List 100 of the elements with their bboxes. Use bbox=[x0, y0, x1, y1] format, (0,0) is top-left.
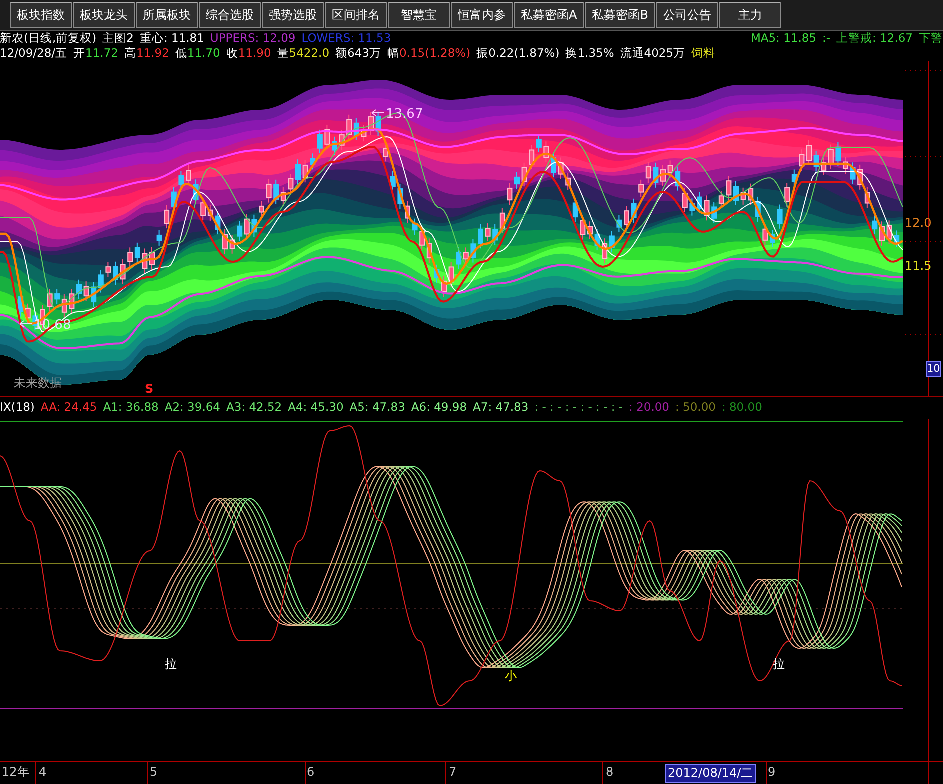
signal-label: 拉 bbox=[773, 657, 785, 671]
date-label: 7 bbox=[448, 764, 458, 781]
candlestick bbox=[880, 221, 885, 246]
candlestick bbox=[734, 181, 739, 206]
candlestick bbox=[230, 234, 236, 254]
toolbar-button[interactable]: 板块龙头 bbox=[73, 2, 135, 28]
candlestick bbox=[266, 178, 272, 204]
toolbar-button[interactable]: 智慧宝 bbox=[388, 2, 450, 28]
candlestick bbox=[368, 112, 374, 136]
indicator-value: UPPERS: 12.09 bbox=[210, 31, 296, 46]
indicator-reading: : - : - : - : - : - : - bbox=[534, 399, 624, 416]
candlestick bbox=[690, 198, 696, 216]
quote-field: 幅0.15(1.28%) bbox=[387, 46, 471, 61]
indicator-reading: A4: 45.30 bbox=[288, 399, 344, 416]
date-label: 5 bbox=[149, 764, 159, 781]
candlestick bbox=[551, 152, 556, 178]
toolbar-button[interactable]: 主力 bbox=[719, 2, 782, 28]
candlestick bbox=[814, 150, 820, 172]
alert-value: 上警戒: 12.67 bbox=[836, 31, 913, 46]
signal-label: 拉 bbox=[165, 657, 177, 671]
signal-marker: S bbox=[145, 382, 154, 396]
indicator-value: LOWERS: 11.53 bbox=[302, 31, 392, 46]
candlestick bbox=[726, 176, 732, 201]
chart-name: 主图2 bbox=[102, 31, 134, 46]
candlestick bbox=[544, 141, 550, 164]
candlestick bbox=[69, 288, 75, 314]
candlestick bbox=[106, 262, 112, 278]
candlestick bbox=[259, 200, 264, 218]
candlestick bbox=[288, 174, 294, 195]
quote-field: 低11.70 bbox=[175, 46, 220, 61]
date-label: 8 bbox=[605, 764, 615, 781]
date-label: 12年 bbox=[1, 764, 30, 781]
candlestick bbox=[339, 130, 345, 151]
toolbar-button[interactable]: 区间排名 bbox=[325, 2, 387, 28]
alert-value: MA5: 11.85 bbox=[750, 31, 817, 46]
indicator-reading: A2: 39.64 bbox=[164, 399, 220, 416]
indicator-reading: : 80.00 bbox=[722, 399, 762, 416]
signal-label: 小 bbox=[505, 669, 517, 683]
quote-date: 12/09/28/五 bbox=[0, 46, 68, 61]
candlestick bbox=[142, 248, 148, 274]
candlestick bbox=[653, 162, 659, 188]
indicator-reading: : 50.00 bbox=[676, 399, 716, 416]
toolbar-button[interactable]: 综合选股 bbox=[199, 2, 261, 28]
arrow-icon bbox=[20, 320, 32, 328]
price-label: 13.67 bbox=[386, 107, 424, 122]
date-label: 4 bbox=[38, 764, 48, 781]
toolbar-button[interactable]: 私募密函B bbox=[585, 2, 656, 28]
candlestick bbox=[588, 221, 593, 240]
indicator-reading: A5: 47.83 bbox=[350, 399, 406, 416]
toolbar-button[interactable]: 公司公告 bbox=[656, 2, 718, 28]
candlestick bbox=[150, 246, 155, 270]
candlestick bbox=[448, 262, 454, 288]
candlestick bbox=[324, 124, 330, 150]
quote-field: 高11.92 bbox=[124, 46, 170, 61]
quote-field: 振0.22(1.87%) bbox=[476, 46, 560, 61]
candlestick bbox=[616, 214, 622, 233]
candlestick bbox=[872, 216, 878, 235]
candlestick bbox=[302, 160, 308, 184]
indicator-name: IX(18) bbox=[0, 399, 35, 416]
candlestick bbox=[178, 170, 184, 190]
quote-field: 收11.90 bbox=[226, 46, 272, 61]
candlestick bbox=[113, 261, 118, 286]
candlestick bbox=[156, 230, 162, 246]
alert-value: 下警 bbox=[919, 31, 943, 46]
candlestick bbox=[886, 220, 892, 245]
candlestick bbox=[361, 124, 367, 142]
candlestick bbox=[186, 165, 192, 186]
indicator-reading: : 20.00 bbox=[629, 399, 670, 416]
candlestick bbox=[442, 276, 447, 298]
candlestick bbox=[697, 192, 702, 214]
alert-value: :- bbox=[822, 31, 831, 46]
toolbar-button[interactable]: 强势选股 bbox=[262, 2, 324, 28]
candlestick bbox=[376, 111, 382, 137]
date-label: 9 bbox=[767, 764, 777, 781]
candlestick bbox=[485, 223, 491, 242]
indicator-reading: A1: 36.88 bbox=[103, 399, 159, 416]
toolbar-button[interactable]: 板块指数 bbox=[10, 2, 72, 28]
candlestick bbox=[740, 187, 746, 206]
candlestick bbox=[660, 164, 666, 187]
candlestick bbox=[777, 204, 783, 230]
quote-field: 额643万 bbox=[336, 46, 382, 61]
candlestick bbox=[47, 288, 53, 312]
quote-field: 量5422.0 bbox=[277, 46, 330, 61]
candlestick bbox=[836, 142, 842, 167]
candlestick bbox=[507, 182, 513, 206]
indicator-reading: A3: 42.52 bbox=[226, 399, 282, 416]
toolbar-button[interactable]: 私募密函A bbox=[514, 2, 584, 28]
stock-title: 新农(日线,前复权) bbox=[0, 31, 97, 46]
arrow-icon bbox=[372, 110, 384, 116]
candlestick bbox=[252, 214, 258, 238]
candlestick bbox=[296, 159, 301, 186]
candlestick bbox=[84, 281, 90, 302]
toolbar-button[interactable]: 所属板块 bbox=[136, 2, 198, 28]
candlestick bbox=[770, 229, 776, 248]
candlestick bbox=[631, 198, 637, 224]
candlestick bbox=[332, 136, 338, 156]
toolbar-button[interactable]: 恒富内参 bbox=[451, 2, 513, 28]
candlestick bbox=[843, 156, 848, 174]
candlestick bbox=[704, 195, 710, 222]
quote-field: 流通4025万 bbox=[620, 46, 686, 61]
